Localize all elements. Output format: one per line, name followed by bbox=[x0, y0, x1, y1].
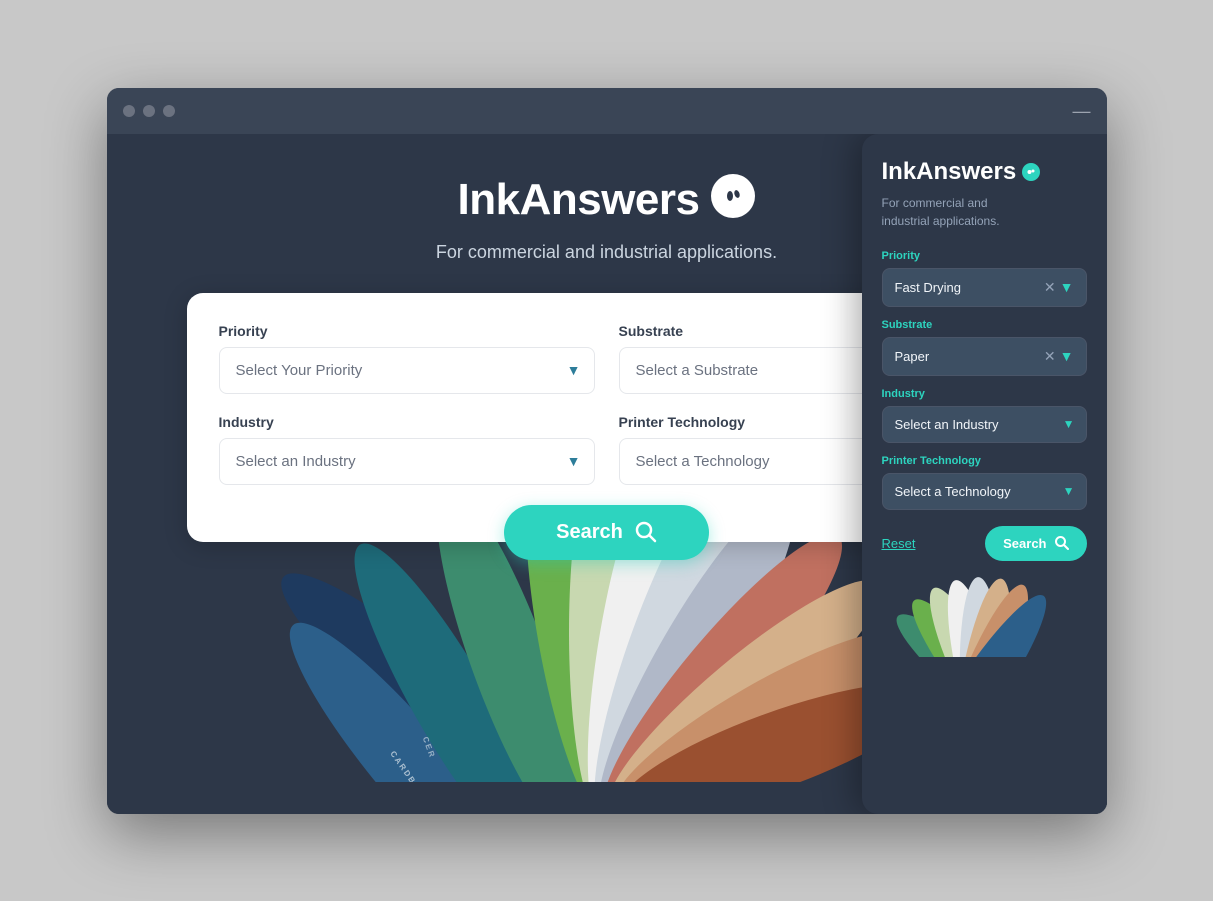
mobile-technology-select[interactable]: Select a Technology Inkjet bbox=[882, 473, 1087, 510]
fan-svg: CARDBOARD CER bbox=[257, 542, 957, 782]
mobile-substrate-group: Substrate Paper ✕ ▼ bbox=[882, 319, 1087, 376]
logo-icon bbox=[711, 174, 755, 218]
industry-label: Industry bbox=[219, 414, 595, 430]
mobile-logo-badge bbox=[1022, 163, 1040, 181]
mobile-substrate-value: Paper bbox=[895, 349, 1044, 364]
search-icon bbox=[635, 521, 657, 543]
priority-label: Priority bbox=[219, 323, 595, 339]
priority-select-wrapper: Select Your Priority Fast Drying Scratch… bbox=[219, 347, 595, 394]
mobile-search-button[interactable]: Search bbox=[985, 526, 1086, 561]
mobile-priority-value: Fast Drying bbox=[895, 280, 1044, 295]
mobile-substrate-arrow-icon: ▼ bbox=[1060, 348, 1074, 364]
mobile-search-label: Search bbox=[1003, 536, 1046, 551]
search-button[interactable]: Search bbox=[504, 505, 709, 560]
browser-titlebar: — bbox=[107, 88, 1107, 134]
maximize-dot[interactable] bbox=[163, 105, 175, 117]
mobile-subtitle: For commercial andindustrial application… bbox=[882, 194, 1087, 230]
industry-select-wrapper: Select an Industry Packaging Textile Sig… bbox=[219, 438, 595, 485]
mobile-technology-group: Printer Technology Select a Technology I… bbox=[882, 455, 1087, 510]
mobile-panel-header: InkAnswers bbox=[882, 158, 1087, 186]
mobile-technology-label: Printer Technology bbox=[882, 455, 1087, 467]
mobile-industry-select-wrapper: Select an Industry Packaging ▼ bbox=[882, 406, 1087, 443]
mobile-technology-select-wrapper: Select a Technology Inkjet ▼ bbox=[882, 473, 1087, 510]
industry-group: Industry Select an Industry Packaging Te… bbox=[219, 414, 595, 485]
browser-window: — InkAnswers For commercial and industri… bbox=[107, 88, 1107, 814]
mobile-swatches-svg bbox=[882, 577, 1087, 657]
close-dot[interactable] bbox=[123, 105, 135, 117]
mobile-priority-label: Priority bbox=[882, 250, 1087, 262]
mobile-priority-clear-icon[interactable]: ✕ bbox=[1044, 279, 1056, 296]
mobile-search-icon bbox=[1055, 536, 1069, 550]
minimize-dot[interactable] bbox=[143, 105, 155, 117]
priority-select[interactable]: Select Your Priority Fast Drying Scratch… bbox=[219, 347, 595, 394]
minimize-button[interactable]: — bbox=[1073, 102, 1091, 120]
logo-text: InkAnswers bbox=[458, 175, 700, 225]
mobile-logo-text: InkAnswers bbox=[882, 158, 1017, 186]
mobile-substrate-select[interactable]: Paper ✕ ▼ bbox=[882, 337, 1087, 376]
mobile-priority-select[interactable]: Fast Drying ✕ ▼ bbox=[882, 268, 1087, 307]
industry-select[interactable]: Select an Industry Packaging Textile Sig… bbox=[219, 438, 595, 485]
mobile-priority-group: Priority Fast Drying ✕ ▼ bbox=[882, 250, 1087, 307]
mobile-panel: InkAnswers For commercial andindustrial … bbox=[862, 134, 1107, 814]
search-button-label: Search bbox=[556, 521, 623, 544]
mobile-substrate-clear-icon[interactable]: ✕ bbox=[1044, 348, 1056, 365]
fan-container: CARDBOARD CER bbox=[257, 542, 957, 782]
mobile-industry-label: Industry bbox=[882, 388, 1087, 400]
mobile-industry-select[interactable]: Select an Industry Packaging bbox=[882, 406, 1087, 443]
mobile-btn-row: Reset Search bbox=[882, 526, 1087, 561]
window-controls bbox=[123, 105, 175, 117]
mobile-priority-arrow-icon: ▼ bbox=[1060, 279, 1074, 295]
mobile-industry-group: Industry Select an Industry Packaging ▼ bbox=[882, 388, 1087, 443]
app-main: InkAnswers For commercial and industrial… bbox=[107, 134, 1107, 814]
priority-group: Priority Select Your Priority Fast Dryin… bbox=[219, 323, 595, 394]
mobile-substrate-label: Substrate bbox=[882, 319, 1087, 331]
mobile-swatches bbox=[882, 577, 1087, 657]
mobile-reset-button[interactable]: Reset bbox=[882, 536, 916, 551]
